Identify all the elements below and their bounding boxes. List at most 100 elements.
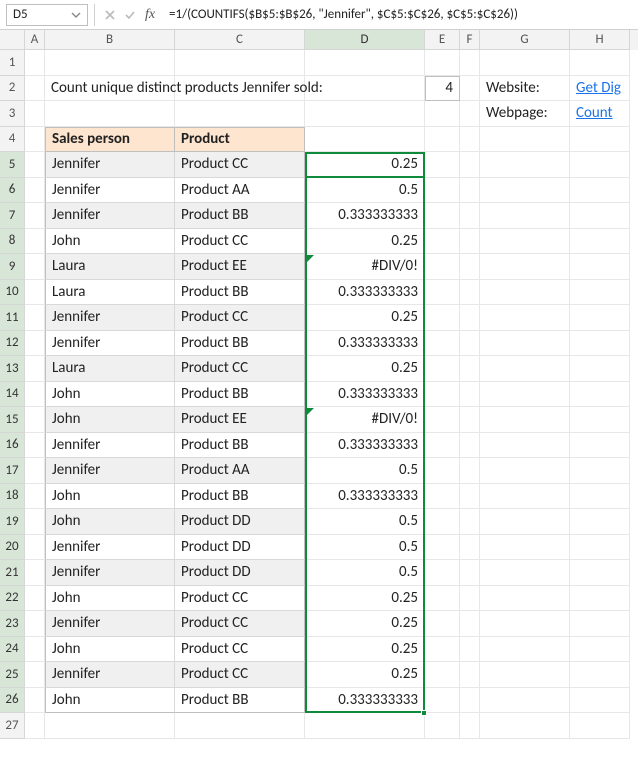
value-cell[interactable]: 0.25 (305, 586, 425, 612)
value-cell[interactable]: 0.25 (305, 662, 425, 688)
salesperson-cell[interactable]: John (45, 637, 175, 663)
salesperson-cell[interactable]: Jennifer (45, 178, 175, 204)
row-header-18[interactable]: 18 (0, 484, 25, 510)
cell[interactable] (480, 127, 570, 153)
cell[interactable] (305, 127, 425, 153)
cell[interactable] (425, 331, 460, 357)
value-cell[interactable]: 0.25 (305, 305, 425, 331)
col-header-A[interactable]: A (25, 30, 45, 50)
col-header-E[interactable]: E (425, 30, 460, 50)
salesperson-cell[interactable]: John (45, 688, 175, 714)
value-cell[interactable]: #DIV/0! (305, 254, 425, 280)
cell[interactable] (480, 254, 570, 280)
formula-input[interactable]: =1/(COUNTIFS($B$5:$B$26, "Jennifer", $C$… (163, 4, 632, 26)
cell[interactable] (25, 254, 45, 280)
product-cell[interactable]: Product EE (175, 254, 305, 280)
title-value[interactable]: 4 (425, 76, 460, 102)
cell[interactable] (570, 713, 630, 739)
cell[interactable] (570, 484, 630, 510)
cell[interactable] (570, 203, 630, 229)
cell[interactable] (480, 382, 570, 408)
spreadsheet-grid[interactable]: A B C D E F G H 12Count unique distinct … (0, 30, 638, 739)
website-label[interactable]: Website: (480, 76, 570, 102)
product-cell[interactable]: Product DD (175, 560, 305, 586)
cell[interactable] (25, 203, 45, 229)
value-cell[interactable]: 0.25 (305, 637, 425, 663)
row-header-26[interactable]: 26 (0, 688, 25, 714)
cell[interactable] (25, 127, 45, 153)
cell[interactable] (425, 280, 460, 306)
cell[interactable] (480, 458, 570, 484)
salesperson-cell[interactable]: Jennifer (45, 305, 175, 331)
cell[interactable] (570, 331, 630, 357)
name-box[interactable]: D5 (6, 4, 88, 26)
cell[interactable] (25, 433, 45, 459)
row-header-14[interactable]: 14 (0, 382, 25, 408)
cell[interactable] (570, 127, 630, 153)
cell[interactable] (425, 560, 460, 586)
cell[interactable] (425, 101, 460, 127)
col-header-H[interactable]: H (570, 30, 630, 50)
row-header-7[interactable]: 7 (0, 203, 25, 229)
cell[interactable] (425, 433, 460, 459)
cell[interactable] (25, 688, 45, 714)
cell[interactable] (460, 458, 480, 484)
cell[interactable] (305, 50, 425, 76)
cell[interactable] (425, 356, 460, 382)
salesperson-cell[interactable]: Laura (45, 356, 175, 382)
cell[interactable] (460, 484, 480, 510)
cell[interactable] (570, 509, 630, 535)
value-cell[interactable]: 0.25 (305, 229, 425, 255)
cell[interactable] (425, 305, 460, 331)
salesperson-cell[interactable]: John (45, 407, 175, 433)
salesperson-cell[interactable]: John (45, 229, 175, 255)
cell[interactable] (460, 662, 480, 688)
product-cell[interactable]: Product BB (175, 280, 305, 306)
row-header-6[interactable]: 6 (0, 178, 25, 204)
row-header-15[interactable]: 15 (0, 407, 25, 433)
salesperson-cell[interactable]: John (45, 509, 175, 535)
col-header-F[interactable]: F (460, 30, 480, 50)
cell[interactable] (480, 433, 570, 459)
table-header-product[interactable]: Product (175, 127, 305, 153)
cell[interactable] (460, 688, 480, 714)
value-cell[interactable]: 0.5 (305, 535, 425, 561)
salesperson-cell[interactable]: Laura (45, 280, 175, 306)
cell[interactable] (480, 535, 570, 561)
cell[interactable] (460, 509, 480, 535)
cell[interactable] (460, 50, 480, 76)
row-header-3[interactable]: 3 (0, 101, 25, 127)
cell[interactable] (425, 611, 460, 637)
value-cell[interactable]: 0.5 (305, 178, 425, 204)
product-cell[interactable]: Product BB (175, 433, 305, 459)
value-cell[interactable]: 0.25 (305, 356, 425, 382)
cell[interactable] (480, 178, 570, 204)
product-cell[interactable]: Product AA (175, 458, 305, 484)
cell[interactable] (305, 76, 425, 102)
cell[interactable] (425, 127, 460, 153)
product-cell[interactable]: Product BB (175, 484, 305, 510)
cell[interactable] (425, 50, 460, 76)
salesperson-cell[interactable]: John (45, 484, 175, 510)
salesperson-cell[interactable]: John (45, 382, 175, 408)
cell[interactable] (480, 280, 570, 306)
cell[interactable] (570, 662, 630, 688)
product-cell[interactable]: Product CC (175, 152, 305, 178)
product-cell[interactable]: Product BB (175, 203, 305, 229)
cell[interactable] (480, 688, 570, 714)
cell[interactable] (460, 407, 480, 433)
title-label[interactable]: Count unique distinct products Jennifer … (45, 76, 175, 102)
salesperson-cell[interactable]: Jennifer (45, 331, 175, 357)
row-header-27[interactable]: 27 (0, 713, 25, 739)
cell[interactable] (480, 637, 570, 663)
row-header-9[interactable]: 9 (0, 254, 25, 280)
cell[interactable] (480, 560, 570, 586)
product-cell[interactable]: Product BB (175, 688, 305, 714)
row-header-22[interactable]: 22 (0, 586, 25, 612)
row-header-12[interactable]: 12 (0, 331, 25, 357)
product-cell[interactable]: Product DD (175, 509, 305, 535)
cell[interactable] (25, 713, 45, 739)
website-link[interactable]: Get Dig (570, 76, 630, 102)
cell[interactable] (175, 50, 305, 76)
cell[interactable] (480, 662, 570, 688)
